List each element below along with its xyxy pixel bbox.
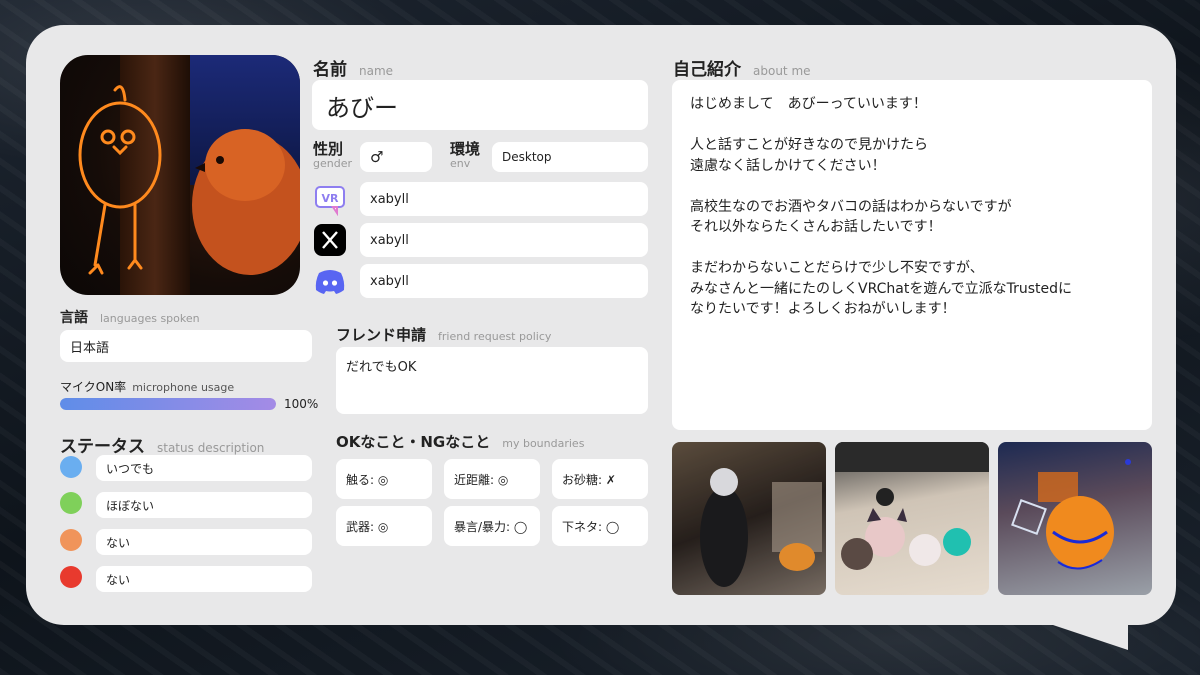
vrchat-account-field: xabyll [360,182,648,216]
about-text-box: はじめまして あびーっていいます！ 人と話すことが好きなので見かけたら 遠慮なく… [672,80,1152,430]
status-label: ステータス status description [60,437,265,457]
mic-usage-bar [60,398,276,410]
env-field: Desktop [492,142,648,172]
discord-account-field: xabyll [360,264,648,298]
discord-icon [315,270,345,294]
boundary-item-violence: 暴言/暴力: ◯ [444,506,540,546]
name-label: 名前 name [313,60,394,80]
mic-percent: 100% [284,397,319,411]
gender-label: 性別 gender [313,140,352,170]
x-account-field: xabyll [360,223,648,257]
status-dot-green [60,492,82,514]
status-item-4: ない [96,566,312,592]
screenshot-3 [998,442,1152,595]
name-field: あびー [312,80,648,130]
boundary-item-lewd: 下ネタ: ◯ [552,506,648,546]
mic-label: マイクON率 microphone usage [60,380,235,394]
boundary-item-weapons: 武器: ◎ [336,506,432,546]
vrchat-icon: VR [315,186,345,216]
svg-text:VR: VR [322,192,340,205]
friend-label: フレンド申請 friend request policy [336,326,552,344]
screenshot-2 [835,442,989,595]
about-text: はじめまして あびーっていいます！ 人と話すことが好きなので見かけたら 遠慮なく… [690,96,1073,317]
status-dot-orange [60,529,82,551]
status-dot-blue [60,456,82,478]
boundaries-label: OKなこと・NGなこと my boundaries [336,433,585,451]
boundary-item-distance: 近距離: ◎ [444,459,540,499]
screenshot-1 [672,442,826,595]
status-item-1: いつでも [96,455,312,481]
mic-usage-fill [60,398,276,410]
status-item-2: ほぼない [96,492,312,518]
friend-policy-field: だれでもOK [336,347,648,414]
x-twitter-icon [314,224,346,256]
about-label: 自己紹介 about me [673,60,811,80]
boundary-item-touch: 触る: ◎ [336,459,432,499]
status-item-3: ない [96,529,312,555]
env-label: 環境 env [450,140,481,170]
avatar-illustration [78,85,300,275]
languages-label: 言語 languages spoken [60,310,200,326]
boundary-item-sugar: お砂糖: ✗ [552,459,648,499]
languages-field: 日本語 [60,330,312,362]
avatar-photo [60,55,300,295]
gender-field: ♂ [360,142,432,172]
status-dot-red [60,566,82,588]
